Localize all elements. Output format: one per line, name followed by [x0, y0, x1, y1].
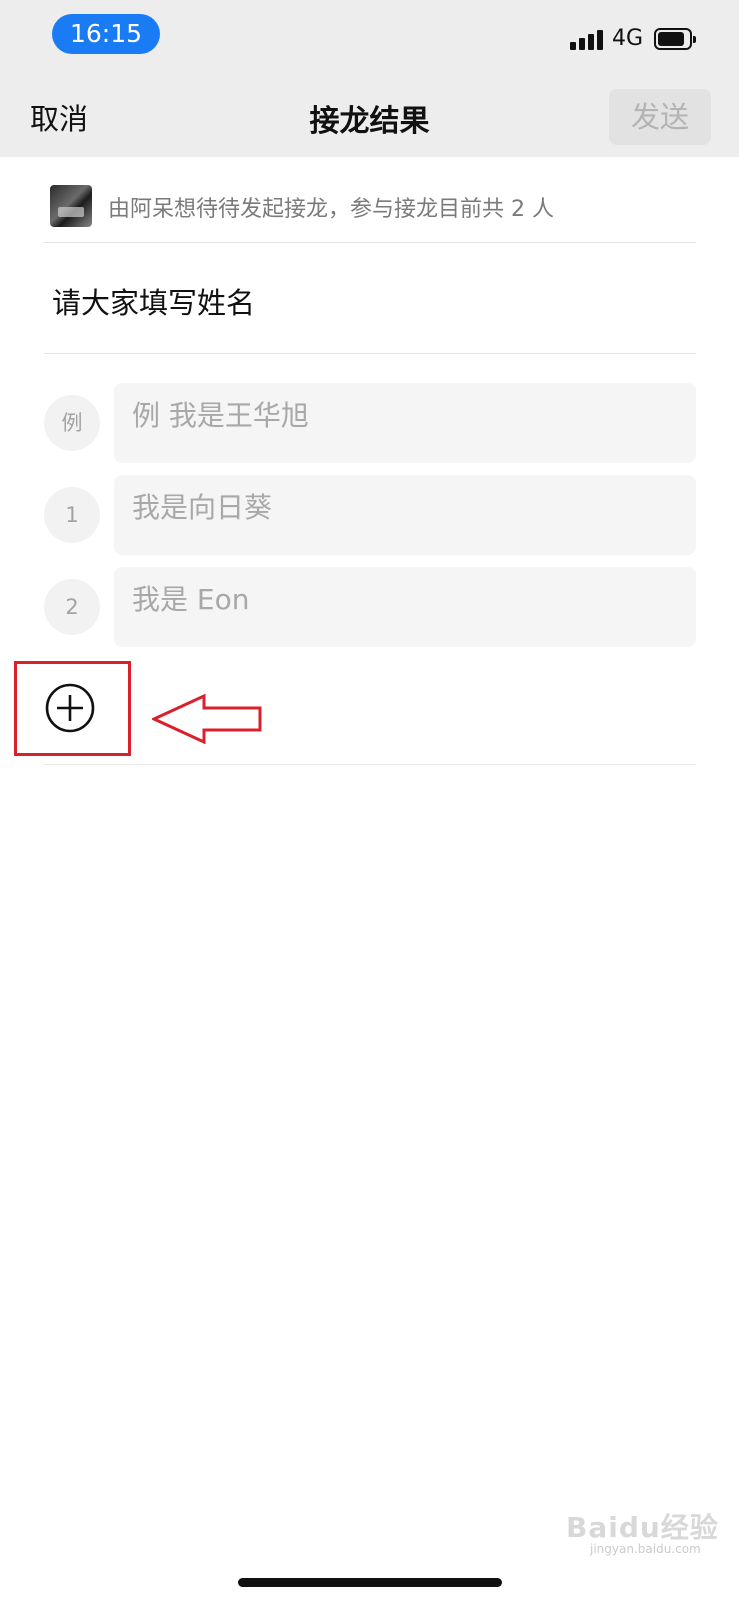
status-time: 16:15 — [52, 14, 160, 54]
list-item: 1 我是向日葵 — [44, 475, 696, 555]
entry-field[interactable]: 我是 Eon — [114, 567, 696, 647]
cancel-button[interactable]: 取消 — [30, 96, 88, 138]
topic-text: 请大家填写姓名 — [52, 286, 256, 320]
battery-icon — [654, 28, 696, 50]
signal-bars-icon — [570, 30, 604, 50]
entry-index: 2 — [44, 579, 100, 635]
add-entry-row — [44, 660, 696, 765]
entry-example-field[interactable]: 例 我是王华旭 — [114, 383, 696, 463]
entry-index: 例 — [44, 395, 100, 451]
watermark: Baidu经验 — [566, 1511, 719, 1544]
highlight-box — [14, 661, 131, 756]
topic-section: 请大家填写姓名 — [44, 244, 696, 354]
send-button[interactable]: 发送 — [609, 89, 711, 145]
avatar[interactable] — [50, 185, 92, 227]
initiator-text: 由阿呆想待待发起接龙，参与接龙目前共 2 人 — [108, 197, 554, 222]
initiator-row: 由阿呆想待待发起接龙，参与接龙目前共 2 人 — [44, 183, 696, 243]
entry-field[interactable]: 我是向日葵 — [114, 475, 696, 555]
list-item: 2 我是 Eon — [44, 567, 696, 647]
left-arrow-icon — [152, 694, 262, 744]
home-indicator[interactable] — [238, 1578, 502, 1587]
network-type: 4G — [612, 26, 644, 51]
watermark-url: jingyan.baidu.com — [590, 1542, 701, 1556]
entry-index: 1 — [44, 487, 100, 543]
list-item: 例 例 我是王华旭 — [44, 383, 696, 463]
